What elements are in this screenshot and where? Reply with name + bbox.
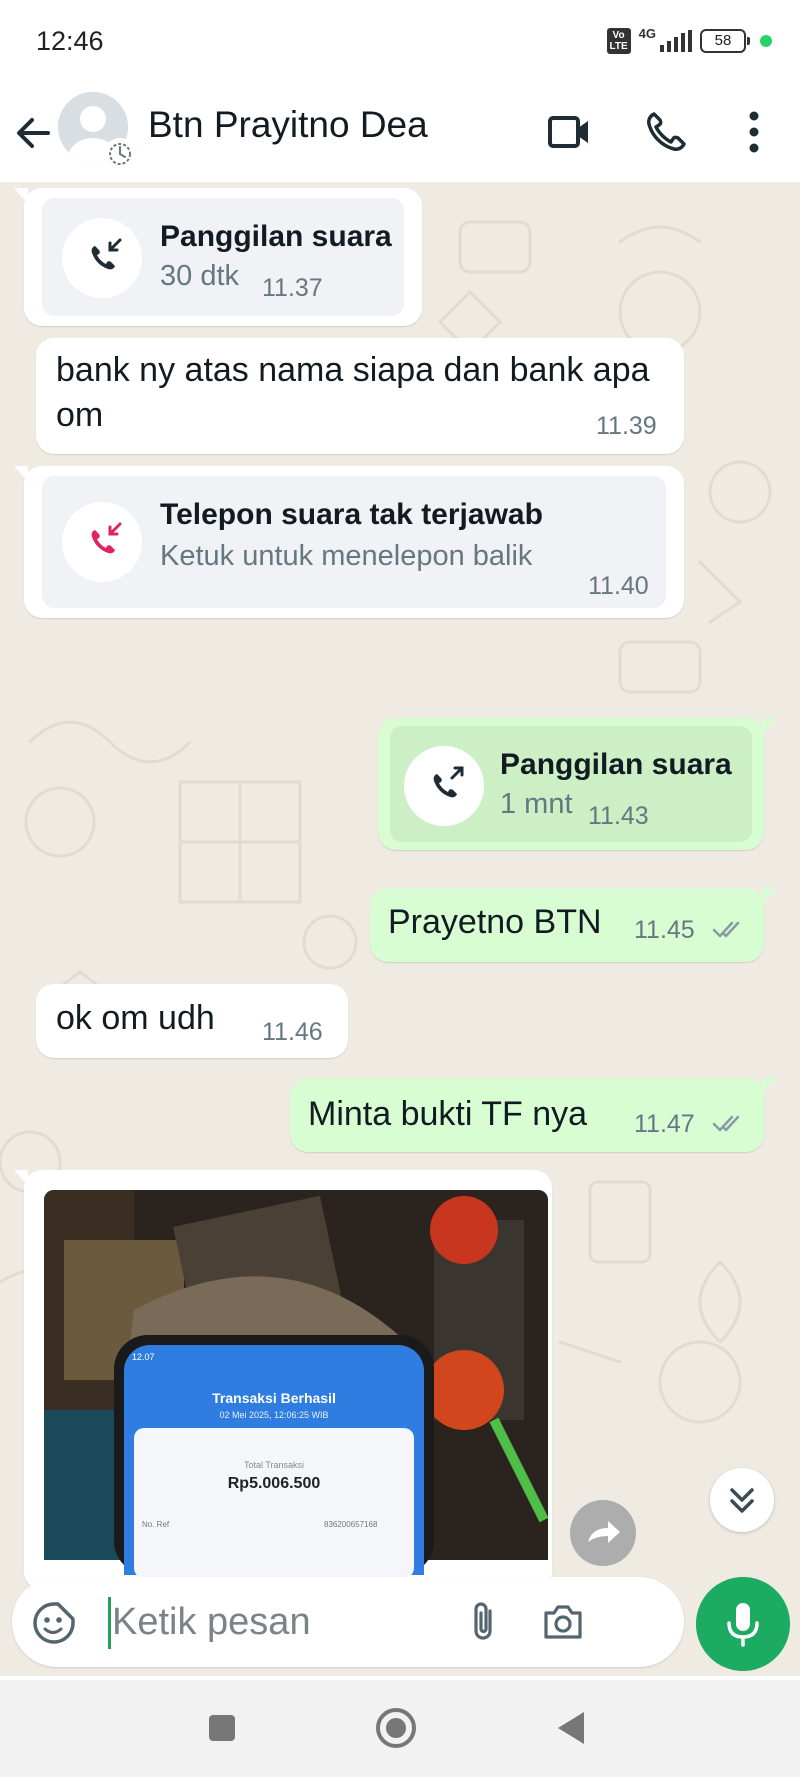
incoming-call-icon [62, 218, 142, 298]
missed-call-card[interactable]: Telepon suara tak terjawab Ketuk untuk m… [42, 476, 666, 608]
photo-phone-time: 12.07 [132, 1352, 155, 1362]
system-navigation-bar [0, 1680, 800, 1777]
status-indicators: Vo LTE 4G 58 [606, 25, 772, 54]
message-bubble-outgoing[interactable]: Panggilan suara 1 mnt 11.43 [378, 718, 776, 850]
status-time: 12:46 [36, 26, 104, 56]
message-text: Minta bukti TF nya [308, 1095, 588, 1133]
call-title: Telepon suara tak terjawab [160, 498, 543, 531]
photo-total-label: Total Transaksi [243, 1460, 305, 1470]
photo-ref-label: No. Ref [142, 1520, 170, 1529]
missed-call-icon [62, 502, 142, 582]
message-bubble-incoming[interactable]: bank ny atas nama siapa dan bank apa om … [36, 338, 684, 454]
message-composer [12, 1577, 684, 1667]
message-time: 11.37 [262, 274, 323, 302]
call-title: Panggilan suara [500, 748, 732, 781]
contact-name[interactable]: Btn Prayitno Dea [148, 104, 428, 146]
message-bubble-incoming-image[interactable]: 12.07 Transaksi Berhasil 02 Mei 2025, 12… [14, 1170, 552, 1590]
read-receipt-icon [712, 1115, 740, 1132]
photo-transaction-date: 02 Mei 2025, 12:06:25 WIB [219, 1410, 329, 1420]
read-receipt-icon [712, 921, 740, 938]
call-duration: 1 mnt [500, 788, 573, 820]
voice-call-icon[interactable] [636, 102, 696, 162]
battery-icon: 58 [700, 29, 750, 53]
message-time: 11.39 [596, 412, 657, 440]
call-subtitle: Ketuk untuk menelepon balik [160, 540, 533, 572]
message-bubble-outgoing[interactable]: Prayetno BTN 11.45 [370, 888, 776, 962]
outgoing-call-icon [404, 746, 484, 826]
volte-icon: Vo LTE [606, 28, 631, 54]
privacy-indicator-icon [760, 35, 772, 47]
message-text: ok om udh [56, 999, 215, 1037]
call-duration: 30 dtk [160, 260, 239, 292]
message-input[interactable] [108, 1597, 508, 1647]
status-bar: 12:46 Vo LTE 4G 58 [0, 0, 800, 86]
signal-icon [660, 30, 692, 52]
network-type: 4G [638, 25, 656, 41]
message-bubble-incoming[interactable]: Panggilan suara 30 dtk 11.37 [14, 188, 422, 326]
back-nav-icon[interactable] [554, 1708, 590, 1748]
message-bubble-incoming[interactable]: ok om udh 11.46 [36, 984, 348, 1058]
message-time: 11.43 [588, 802, 649, 830]
back-arrow-icon[interactable] [14, 108, 54, 158]
disappearing-timer-icon [104, 138, 136, 170]
message-time: 11.47 [634, 1110, 695, 1138]
message-time: 11.40 [588, 572, 649, 600]
camera-icon[interactable] [540, 1599, 586, 1645]
video-call-icon[interactable] [538, 102, 598, 162]
attach-icon[interactable] [460, 1599, 506, 1645]
recent-apps-icon[interactable] [206, 1712, 238, 1744]
photo-transaction-title: Transaksi Berhasil [212, 1390, 336, 1406]
call-card[interactable]: Panggilan suara 1 mnt 11.43 [390, 726, 752, 842]
voice-message-button[interactable] [696, 1577, 790, 1671]
call-card[interactable]: Panggilan suara 30 dtk 11.37 [42, 198, 404, 316]
photo-receipt-card [134, 1428, 414, 1578]
chat-area[interactable]: Panggilan suara 30 dtk 11.37 bank ny ata… [0, 182, 800, 1676]
scroll-to-bottom-button[interactable] [710, 1468, 774, 1532]
message-time: 11.45 [634, 916, 695, 944]
message-time: 11.46 [262, 1018, 323, 1046]
home-icon[interactable] [374, 1706, 418, 1750]
more-options-icon[interactable] [724, 102, 784, 162]
sticker-emoji-icon[interactable] [30, 1599, 78, 1647]
message-text: Prayetno BTN [388, 903, 602, 941]
photo-ref-value: 836200657168 [324, 1520, 378, 1529]
call-title: Panggilan suara [160, 220, 392, 253]
forward-button[interactable] [570, 1500, 636, 1566]
message-bubble-outgoing[interactable]: Minta bukti TF nya 11.47 [290, 1078, 776, 1152]
photo-amount: Rp5.006.500 [227, 1475, 321, 1492]
message-bubble-incoming[interactable]: Telepon suara tak terjawab Ketuk untuk m… [14, 466, 684, 618]
chat-header: Btn Prayitno Dea [0, 86, 800, 182]
message-text: bank ny atas nama siapa dan bank apa om [56, 351, 650, 434]
